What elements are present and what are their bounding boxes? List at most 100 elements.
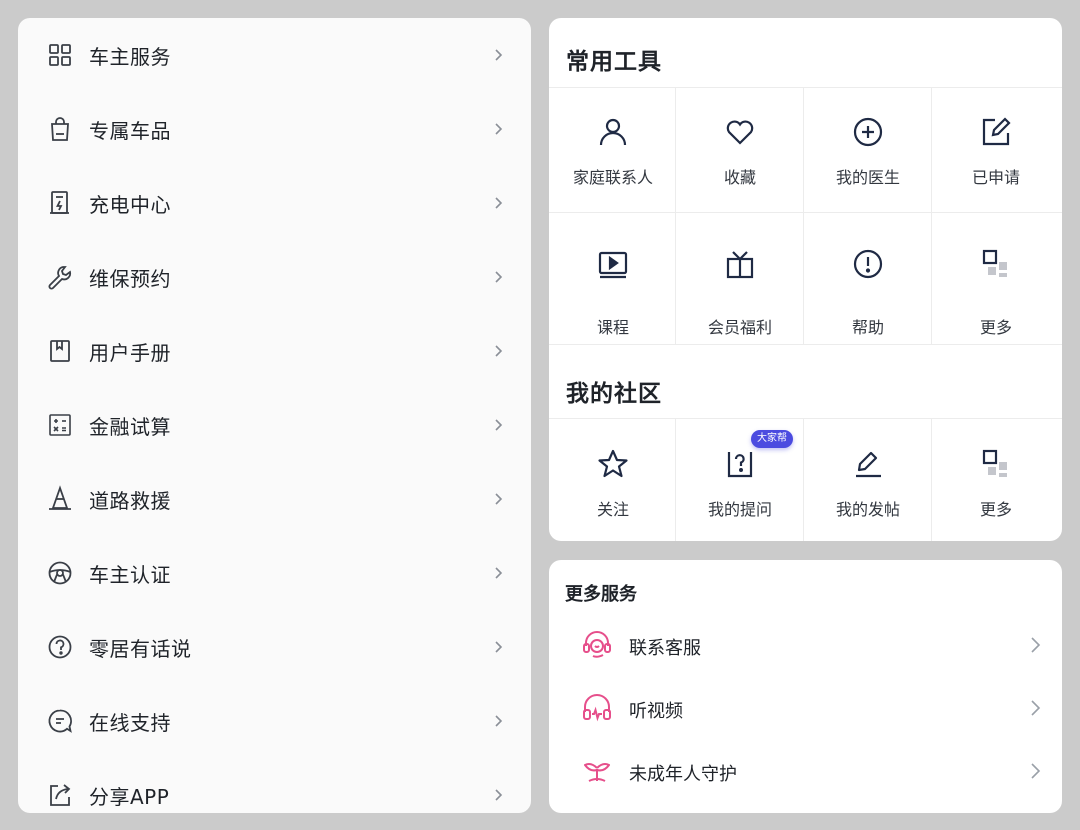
menu-item-feedback[interactable]: 零居有话说: [18, 610, 531, 684]
divider: [549, 344, 1062, 345]
menu-item-charging-center[interactable]: 充电中心: [18, 166, 531, 240]
community-label: 我的提问: [707, 500, 772, 519]
tool-label: 更多: [979, 318, 1012, 337]
grid-icon: [46, 41, 74, 69]
sprout-icon: [581, 755, 613, 787]
chevron-right-icon: [491, 48, 505, 62]
menu-item-label: 车主认证: [89, 562, 171, 587]
helper-badge: 大家帮: [751, 430, 793, 448]
gift-icon: [723, 247, 757, 281]
service-menu-card: 车主服务 专属车品 充电中心 维保预约 用户手册 金融试算 道路救援 车主认证 …: [18, 18, 531, 813]
more-services-card: 更多服务 联系客服 听视频 未成年人守护: [549, 560, 1062, 813]
tool-more[interactable]: 更多: [932, 213, 1060, 344]
menu-item-label: 充电中心: [89, 192, 171, 217]
chevron-right-icon: [491, 122, 505, 136]
menu-item-label: 金融试算: [89, 414, 171, 439]
more-grid-icon: [979, 447, 1013, 481]
menu-item-label: 车主服务: [89, 44, 171, 69]
menu-item-label: 零居有话说: [89, 636, 192, 661]
menu-item-share-app[interactable]: 分享APP: [18, 758, 531, 813]
tools-community-card: 常用工具 家庭联系人 收藏 我的医生 已申请 课程 会员福利 帮助 更多 我的社…: [549, 18, 1062, 541]
star-icon: [596, 447, 630, 481]
chevron-right-icon: [491, 344, 505, 358]
tool-label: 我的医生: [835, 168, 900, 187]
headphones-icon: [581, 692, 613, 724]
community-label: 关注: [596, 500, 629, 519]
tool-label: 帮助: [851, 318, 884, 337]
pencil-icon: [851, 447, 885, 481]
menu-item-road-rescue[interactable]: 道路救援: [18, 462, 531, 536]
wrench-icon: [46, 263, 74, 291]
menu-item-user-manual[interactable]: 用户手册: [18, 314, 531, 388]
menu-item-owner-services[interactable]: 车主服务: [18, 18, 531, 92]
chevron-right-icon: [491, 788, 505, 802]
chevron-right-icon: [491, 566, 505, 580]
community-label: 更多: [979, 500, 1012, 519]
person-icon: [596, 115, 630, 149]
more-services-title: 更多服务: [565, 584, 637, 605]
chevron-right-icon: [491, 196, 505, 210]
tool-courses[interactable]: 课程: [549, 213, 677, 344]
tool-family-contacts[interactable]: 家庭联系人: [549, 88, 677, 212]
menu-item-online-support[interactable]: 在线支持: [18, 684, 531, 758]
chevron-right-icon: [1028, 699, 1042, 717]
tool-help[interactable]: 帮助: [804, 213, 932, 344]
tool-favorites[interactable]: 收藏: [676, 88, 804, 212]
service-label: 听视频: [629, 701, 683, 722]
tool-member-benefits[interactable]: 会员福利: [676, 213, 804, 344]
community-label: 我的发帖: [835, 500, 900, 519]
edit-square-icon: [979, 115, 1013, 149]
service-contact-support[interactable]: 联系客服: [549, 614, 1062, 676]
shopping-bag-icon: [46, 115, 74, 143]
chevron-right-icon: [491, 418, 505, 432]
community-my-posts[interactable]: 我的发帖: [804, 419, 932, 541]
tools-section-title: 常用工具: [566, 49, 662, 75]
chevron-right-icon: [1028, 636, 1042, 654]
community-my-questions[interactable]: 我的提问 大家帮: [676, 419, 804, 541]
tool-label: 家庭联系人: [572, 168, 653, 187]
manual-book-icon: [46, 337, 74, 365]
menu-item-label: 专属车品: [89, 118, 171, 143]
community-follow[interactable]: 关注: [549, 419, 677, 541]
menu-item-label: 维保预约: [89, 266, 171, 291]
tool-label: 收藏: [723, 168, 756, 187]
community-section-title: 我的社区: [566, 381, 662, 407]
service-minor-protection[interactable]: 未成年人守护: [549, 740, 1062, 802]
calculator-icon: [46, 411, 74, 439]
question-box-icon: [723, 447, 757, 481]
charging-station-icon: [46, 189, 74, 217]
tool-my-doctor[interactable]: 我的医生: [804, 88, 932, 212]
headset-icon: [581, 629, 613, 661]
steering-wheel-icon: [46, 559, 74, 587]
menu-item-label: 分享APP: [89, 784, 170, 809]
menu-item-label: 在线支持: [89, 710, 171, 735]
chevron-right-icon: [491, 714, 505, 728]
plus-circle-icon: [851, 115, 885, 149]
chevron-right-icon: [1028, 762, 1042, 780]
tool-label: 课程: [596, 318, 629, 337]
menu-item-maintenance-booking[interactable]: 维保预约: [18, 240, 531, 314]
more-grid-icon: [979, 247, 1013, 281]
menu-item-label: 用户手册: [89, 340, 171, 365]
heart-icon: [723, 115, 757, 149]
share-icon: [46, 781, 74, 809]
chevron-right-icon: [491, 640, 505, 654]
menu-item-label: 道路救援: [89, 488, 171, 513]
chevron-right-icon: [491, 270, 505, 284]
traffic-cone-icon: [46, 485, 74, 513]
question-circle-icon: [46, 633, 74, 661]
tool-label: 会员福利: [707, 318, 772, 337]
community-more[interactable]: 更多: [932, 419, 1060, 541]
service-label: 联系客服: [629, 638, 701, 659]
chevron-right-icon: [491, 492, 505, 506]
menu-item-finance-calculator[interactable]: 金融试算: [18, 388, 531, 462]
service-listen-video[interactable]: 听视频: [549, 677, 1062, 739]
tool-applied[interactable]: 已申请: [932, 88, 1060, 212]
tool-label: 已申请: [971, 168, 1020, 187]
service-label: 未成年人守护: [629, 764, 737, 785]
menu-item-exclusive-products[interactable]: 专属车品: [18, 92, 531, 166]
exclamation-circle-icon: [851, 247, 885, 281]
chat-bubble-icon: [46, 707, 74, 735]
menu-item-owner-verification[interactable]: 车主认证: [18, 536, 531, 610]
video-play-icon: [596, 247, 630, 281]
